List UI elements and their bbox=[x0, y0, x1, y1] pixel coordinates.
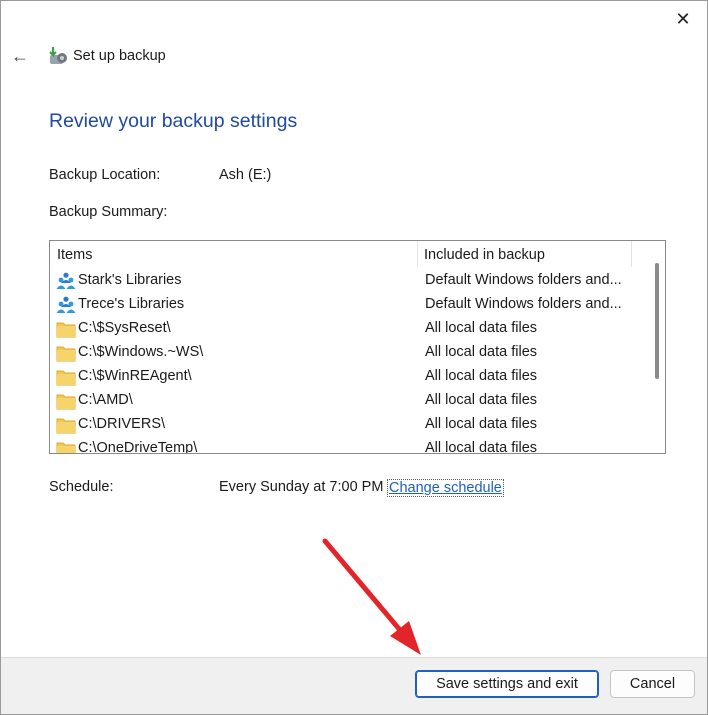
scrollbar-thumb[interactable] bbox=[655, 263, 659, 379]
list-item[interactable]: C:\DRIVERS\ All local data files bbox=[50, 413, 648, 437]
list-item[interactable]: C:\AMD\ All local data files bbox=[50, 389, 648, 413]
schedule-label: Schedule: bbox=[49, 479, 114, 495]
folder-icon bbox=[56, 440, 76, 453]
list-header: Items Included in backup bbox=[50, 241, 665, 267]
item-included: All local data files bbox=[425, 392, 538, 408]
back-button[interactable]: ← bbox=[9, 45, 31, 67]
item-included: All local data files bbox=[425, 344, 538, 360]
users-icon bbox=[56, 296, 76, 314]
item-name: C:\AMD\ bbox=[78, 392, 133, 408]
close-icon: ✕ bbox=[675, 8, 691, 29]
backup-location-value: Ash (E:) bbox=[219, 167, 272, 183]
cancel-button[interactable]: Cancel bbox=[610, 670, 695, 698]
folder-icon bbox=[56, 368, 76, 386]
item-name: C:\OneDriveTemp\ bbox=[78, 440, 198, 454]
dialog-header: ← Set up backup bbox=[1, 39, 707, 75]
item-included: All local data files bbox=[425, 320, 538, 336]
close-button[interactable]: ✕ bbox=[671, 7, 695, 31]
back-arrow-icon: ← bbox=[11, 45, 29, 66]
folder-icon bbox=[56, 320, 76, 338]
item-name: Stark's Libraries bbox=[78, 272, 182, 288]
list-item[interactable]: Stark's Libraries Default Windows folders… bbox=[50, 269, 648, 293]
item-included: All local data files bbox=[425, 416, 538, 432]
item-name: Trece's Libraries bbox=[78, 296, 185, 312]
list-scrollbar[interactable] bbox=[649, 241, 665, 453]
page-heading: Review your backup settings bbox=[49, 110, 298, 132]
item-included: Default Windows folders and... bbox=[425, 296, 622, 312]
folder-icon bbox=[56, 344, 76, 362]
item-name: C:\$Windows.~WS\ bbox=[78, 344, 204, 360]
column-header-included[interactable]: Included in backup bbox=[424, 247, 545, 263]
list-item[interactable]: C:\OneDriveTemp\ All local data files bbox=[50, 437, 648, 454]
list-item[interactable]: C:\$Windows.~WS\ All local data files bbox=[50, 341, 648, 365]
list-rows: Stark's Libraries Default Windows folders… bbox=[50, 269, 648, 454]
users-icon bbox=[56, 272, 76, 290]
item-name: C:\DRIVERS\ bbox=[78, 416, 166, 432]
dialog-title: Set up backup bbox=[73, 48, 166, 64]
backup-app-icon bbox=[47, 45, 69, 67]
backup-summary-list[interactable]: Items Included in backup Stark's Librari… bbox=[49, 240, 666, 454]
item-included: Default Windows folders and... bbox=[425, 272, 622, 288]
item-included: All local data files bbox=[425, 440, 538, 454]
list-item[interactable]: Trece's Libraries Default Windows folders… bbox=[50, 293, 648, 317]
backup-dialog-window: ✕ ← Set up backup Review your backup set… bbox=[0, 0, 708, 715]
dialog-footer: Save settings and exit Cancel bbox=[1, 657, 707, 714]
column-divider[interactable] bbox=[631, 241, 632, 267]
folder-icon bbox=[56, 392, 76, 410]
item-name: C:\$SysReset\ bbox=[78, 320, 171, 336]
list-item[interactable]: C:\$SysReset\ All local data files bbox=[50, 317, 648, 341]
folder-icon bbox=[56, 416, 76, 434]
list-item[interactable]: C:\$WinREAgent\ All local data files bbox=[50, 365, 648, 389]
item-included: All local data files bbox=[425, 368, 538, 384]
save-settings-button[interactable]: Save settings and exit bbox=[415, 670, 599, 698]
backup-summary-label: Backup Summary: bbox=[49, 204, 168, 220]
schedule-value: Every Sunday at 7:00 PM bbox=[219, 479, 384, 495]
change-schedule-link[interactable]: Change schedule bbox=[387, 479, 504, 497]
column-divider[interactable] bbox=[417, 241, 418, 267]
backup-location-label: Backup Location: bbox=[49, 167, 161, 183]
item-name: C:\$WinREAgent\ bbox=[78, 368, 192, 384]
column-header-items[interactable]: Items bbox=[57, 247, 92, 263]
